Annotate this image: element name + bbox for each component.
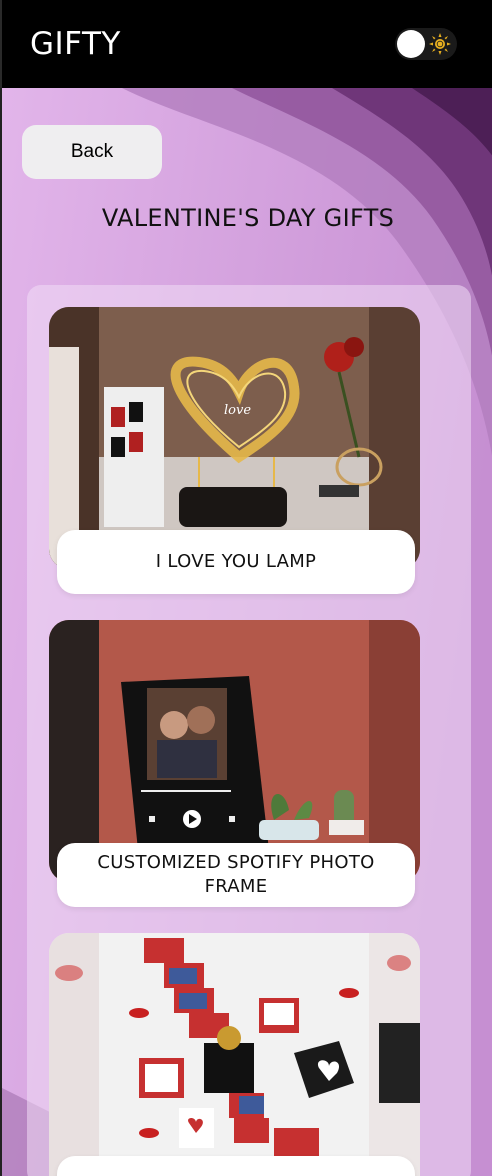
page-title: VALENTINE'S DAY GIFTS	[101, 204, 395, 232]
back-button[interactable]: Back	[22, 125, 162, 179]
product-name	[57, 1156, 415, 1176]
toggle-knob	[397, 30, 425, 58]
navbar: GIFTY	[0, 0, 492, 88]
product-name: CUSTOMIZED SPOTIFY PHOTO FRAME	[57, 843, 415, 907]
svg-text:love: love	[224, 403, 251, 418]
sun-icon	[429, 33, 451, 55]
product-card-3[interactable]	[49, 933, 420, 1176]
brand-logo[interactable]: GIFTY	[30, 26, 121, 62]
theme-toggle[interactable]	[395, 28, 457, 60]
explosion-box-image	[49, 933, 420, 1176]
product-name: I LOVE YOU LAMP	[57, 530, 415, 594]
